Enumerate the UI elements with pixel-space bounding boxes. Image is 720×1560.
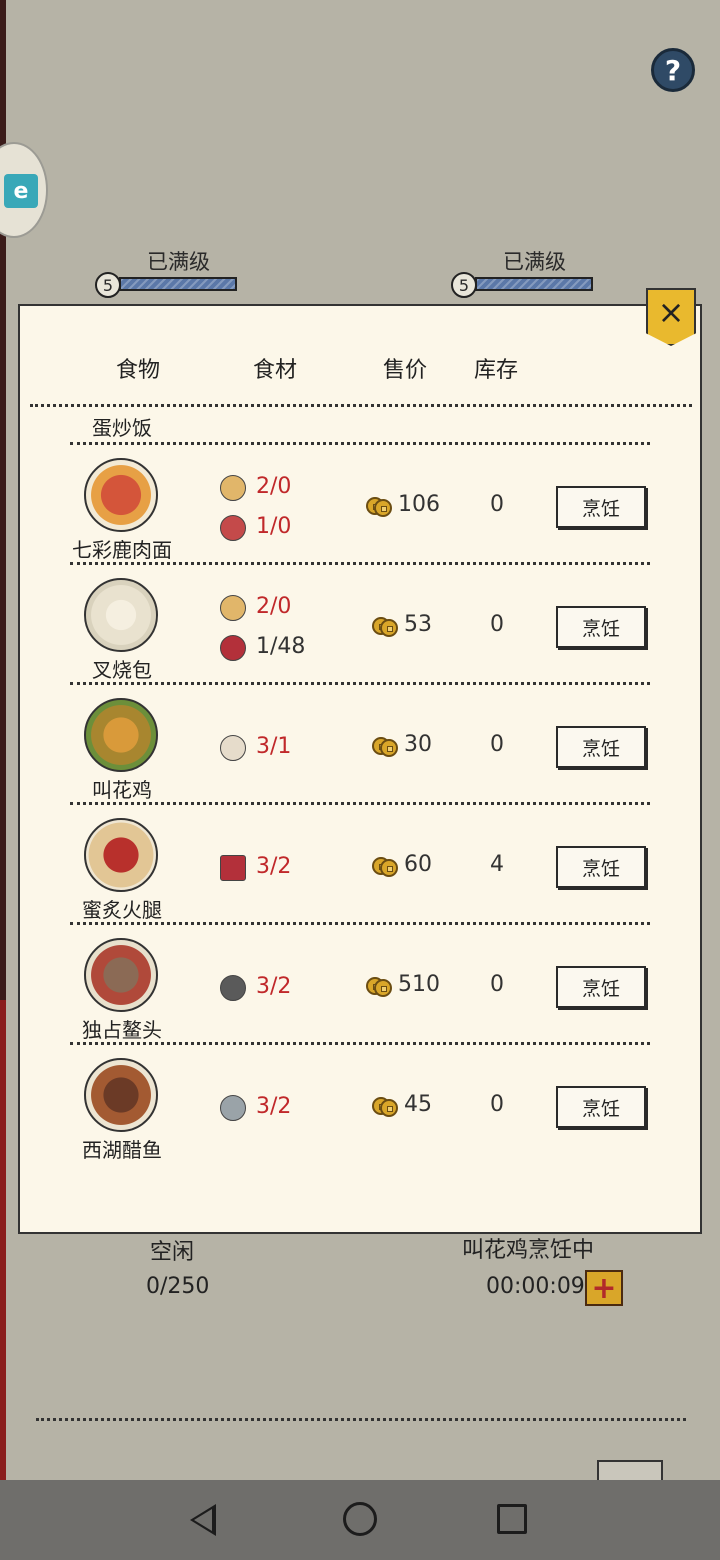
ham-icon [220,855,246,881]
price: 45 [404,1092,432,1117]
speed-up-button[interactable]: + [585,1270,623,1306]
ingredient-count: 2/0 [256,474,292,499]
level-number: 5 [95,272,121,298]
table-row: 蜜炙火腿 3/2 60 4 烹饪 [20,810,700,930]
level-label: 已满级 [147,250,210,274]
cook-button[interactable]: 烹饪 [556,1086,646,1128]
dish-name: 西湖醋鱼 [82,1138,162,1162]
kitchen-status-right: 叫花鸡烹饪中 [462,1238,595,1263]
level-indicator-left: 已满级 5 [95,246,245,298]
fish-icon [220,1095,246,1121]
ingredient-count: 1/48 [256,634,306,659]
close-icon: × [657,293,685,331]
row-divider [70,682,650,685]
ingredient-count: 3/1 [256,734,292,759]
chicken-icon [220,735,246,761]
ingredient-count: 1/0 [256,514,292,539]
noodle-dish-icon [84,458,158,532]
side-event-badge[interactable]: e [0,142,48,238]
ingredient-count: 3/2 [256,1094,292,1119]
dish-name-partial: 蛋炒饭 [92,416,152,440]
price: 510 [398,972,440,997]
pork-icon [220,635,246,661]
question-icon: ? [664,53,682,87]
bottom-divider [36,1418,686,1421]
background-edge-red [0,1000,6,1480]
venison-icon [220,515,246,541]
coin-icon [372,615,398,637]
dish-name: 叉烧包 [92,658,152,682]
row-divider [70,1042,650,1045]
ham-dish-icon [84,818,158,892]
price: 30 [404,732,432,757]
event-icon: e [4,174,38,208]
dish-name: 七彩鹿肉面 [72,538,172,562]
cook-button[interactable]: 烹饪 [556,606,646,648]
row-divider [70,802,650,805]
level-progress-bar [475,277,593,291]
price: 106 [398,492,440,517]
stock: 4 [490,852,504,877]
price: 53 [404,612,432,637]
table-row: 叫花鸡 3/1 30 0 烹饪 [20,690,700,810]
coin-icon [366,975,392,997]
cook-button[interactable]: 烹饪 [556,486,646,528]
fish-dish-icon [84,1058,158,1132]
cooking-timer: 00:00:09 [486,1274,585,1299]
table-row: 西湖醋鱼 3/2 45 0 烹饪 [20,1050,700,1170]
level-progress-bar [119,277,237,291]
coin-icon [372,735,398,757]
table-header: 食物 食材 售价 库存 [0,352,720,386]
nav-recents-icon[interactable] [497,1504,527,1534]
nav-home-icon[interactable] [343,1502,377,1536]
cook-button[interactable]: 烹饪 [556,846,646,888]
system-nav-bar [0,1480,720,1560]
stock: 0 [490,1092,504,1117]
storage-capacity: 0/250 [146,1274,210,1299]
price: 60 [404,852,432,877]
level-indicator-right: 已满级 5 [451,246,601,298]
dish-name: 独占鳌头 [82,1018,162,1042]
noodle-icon [220,475,246,501]
recipe-list[interactable]: 蛋炒饭 七彩鹿肉面 2/0 1/0 106 0 烹饪 叉烧包 2/0 1/48 … [20,416,700,1196]
turtle-dish-icon [84,938,158,1012]
level-label: 已满级 [503,250,566,274]
table-row: 七彩鹿肉面 2/0 1/0 106 0 烹饪 [20,450,700,570]
dish-name: 叫花鸡 [92,778,152,802]
stock: 0 [490,612,504,637]
turtle-icon [220,975,246,1001]
stock: 0 [490,732,504,757]
dish-name: 蜜炙火腿 [82,898,162,922]
header-food: 食物 [116,358,161,383]
row-divider [70,562,650,565]
table-row: 叉烧包 2/0 1/48 53 0 烹饪 [20,570,700,690]
kitchen-status-left: 空闲 [150,1240,195,1265]
header-stock: 库存 [474,358,519,383]
header-divider [30,404,692,407]
ingredient-count: 3/2 [256,854,292,879]
ingredient-count: 2/0 [256,594,292,619]
table-row: 独占鳌头 3/2 510 0 烹饪 [20,930,700,1050]
level-number: 5 [451,272,477,298]
nav-back-icon[interactable] [190,1504,216,1536]
stock: 0 [490,492,504,517]
row-divider [70,442,650,445]
coin-icon [366,495,392,517]
plus-icon: + [591,1270,617,1306]
header-price: 售价 [383,358,428,383]
coin-icon [372,1095,398,1117]
row-divider [70,922,650,925]
chicken-dish-icon [84,698,158,772]
ingredient-count: 3/2 [256,974,292,999]
header-ingredients: 食材 [253,358,298,383]
coin-icon [372,855,398,877]
cook-button[interactable]: 烹饪 [556,726,646,768]
help-button[interactable]: ? [651,48,695,92]
bun-dish-icon [84,578,158,652]
cook-button[interactable]: 烹饪 [556,966,646,1008]
flour-icon [220,595,246,621]
stock: 0 [490,972,504,997]
